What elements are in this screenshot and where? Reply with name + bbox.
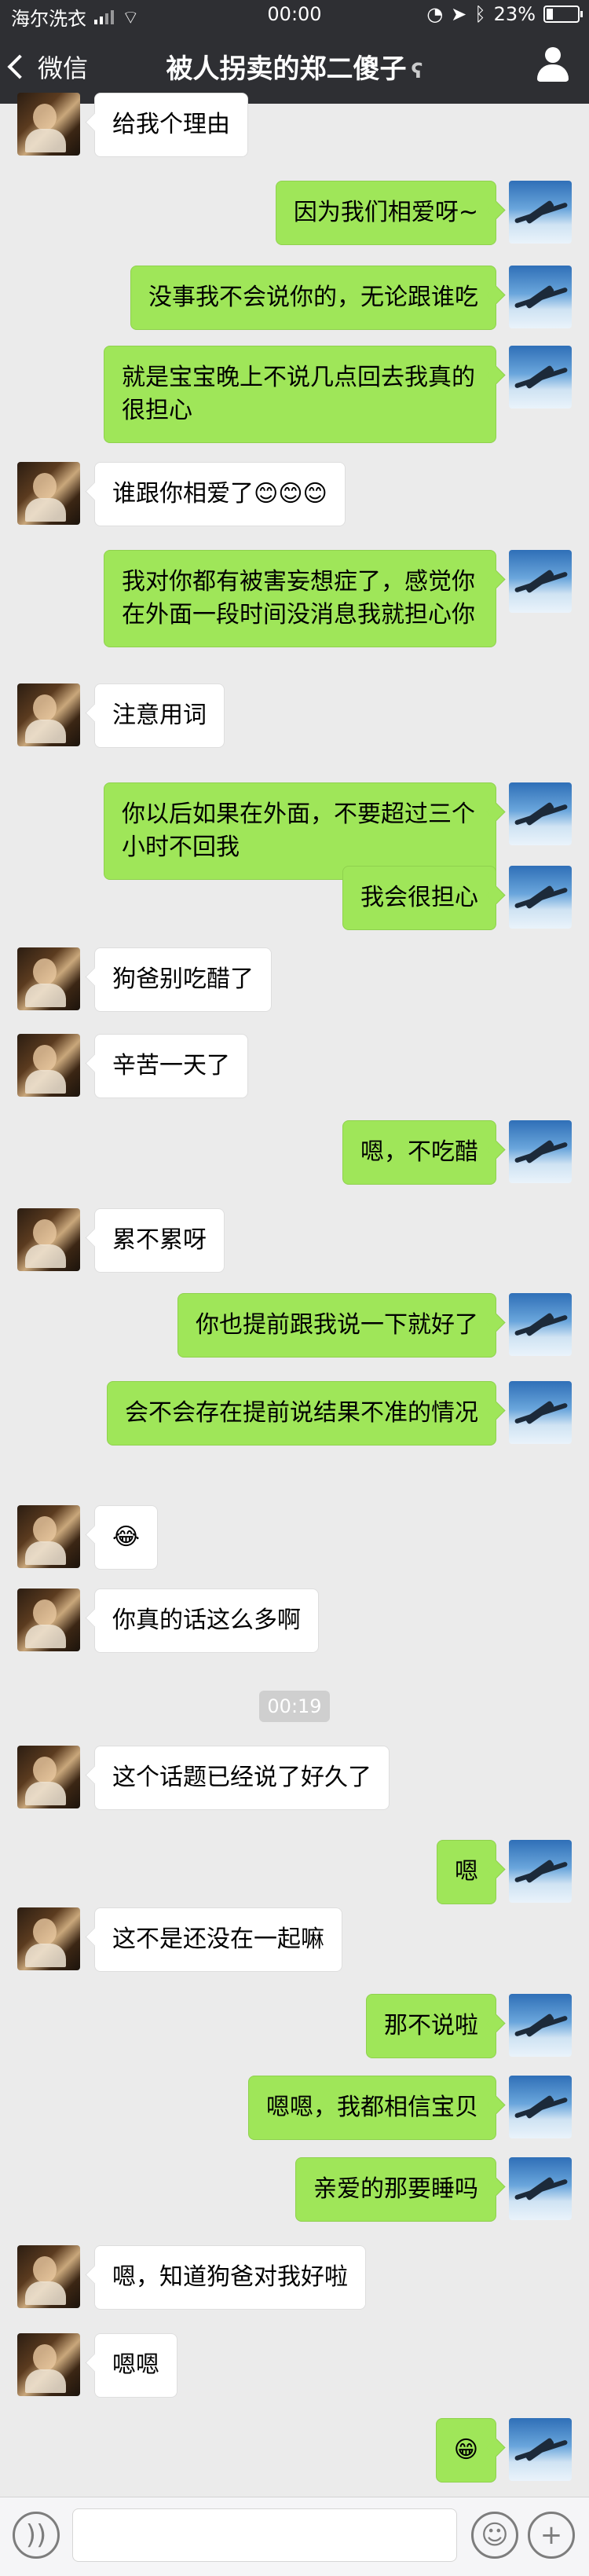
received-message-bubble[interactable]: 这不是还没在一起嘛 (94, 1907, 342, 1972)
received-message-bubble[interactable]: 嗯，知道狗爸对我好啦 (94, 2245, 366, 2310)
contact-avatar[interactable] (17, 1746, 80, 1808)
contact-avatar[interactable] (17, 2333, 80, 2396)
sent-message-bubble[interactable]: 没事我不会说你的，无论跟谁吃 (130, 266, 496, 330)
my-avatar[interactable] (509, 1840, 572, 1903)
nav-bar: 微信 被人拐卖的郑二傻子 ʕ (0, 31, 589, 104)
sent-message-bubble[interactable]: 我对你都有被害妄想症了，感觉你在外面一段时间没消息我就担心你 (104, 550, 496, 647)
my-avatar[interactable] (509, 866, 572, 929)
person-icon-head (545, 47, 561, 63)
sent-message-bubble[interactable]: 嗯，不吃醋 (342, 1120, 496, 1185)
received-message-bubble[interactable]: 狗爸别吃醋了 (94, 947, 272, 1012)
my-avatar[interactable] (509, 2157, 572, 2220)
battery-icon (543, 5, 583, 23)
received-message-bubble[interactable]: 谁跟你相爱了😊😊😊 (94, 462, 346, 526)
my-avatar[interactable] (509, 1293, 572, 1356)
my-avatar[interactable] (509, 2076, 572, 2138)
input-bar: )) ☺ + (0, 2497, 589, 2576)
received-message-bubble[interactable]: 这个话题已经说了好久了 (94, 1746, 390, 1810)
emoji-icon: ☺ (481, 2519, 509, 2551)
my-avatar[interactable] (509, 782, 572, 845)
my-avatar[interactable] (509, 2418, 572, 2481)
contact-avatar[interactable] (17, 2245, 80, 2308)
battery-level (547, 9, 553, 20)
sent-message-bubble[interactable]: 嗯嗯，我都相信宝贝 (248, 2076, 496, 2140)
received-message-bubble[interactable]: 辛苦一天了 (94, 1034, 248, 1098)
voice-button[interactable]: )) (13, 2512, 60, 2559)
contact-avatar[interactable] (17, 1208, 80, 1271)
received-message-bubble[interactable]: 😂 (94, 1505, 159, 1570)
my-avatar[interactable] (509, 181, 572, 244)
sent-message-bubble[interactable]: 亲爱的那要睡吗 (295, 2157, 496, 2222)
received-message-bubble[interactable]: 注意用词 (94, 683, 225, 748)
contact-avatar[interactable] (17, 1907, 80, 1970)
sent-message-bubble[interactable]: 那不说啦 (366, 1994, 496, 2058)
person-icon-body (537, 64, 569, 82)
my-avatar[interactable] (509, 1994, 572, 2057)
emoji-button[interactable]: ☺ (471, 2512, 518, 2559)
contact-avatar[interactable] (17, 1034, 80, 1097)
sent-message-bubble[interactable]: 你也提前跟我说一下就好了 (177, 1293, 496, 1358)
sent-message-bubble[interactable]: 😁 (435, 2418, 496, 2483)
chat-title: 被人拐卖的郑二傻子 ʕ (0, 47, 589, 86)
contact-avatar[interactable] (17, 1588, 80, 1651)
received-message-bubble[interactable]: 给我个理由 (94, 93, 248, 157)
contact-avatar[interactable] (17, 93, 80, 156)
contact-avatar[interactable] (17, 1505, 80, 1568)
sent-message-bubble[interactable]: 嗯 (437, 1840, 496, 1904)
timestamp: 00:19 (259, 1691, 330, 1722)
message-input[interactable] (72, 2508, 457, 2562)
my-avatar[interactable] (509, 266, 572, 328)
my-avatar[interactable] (509, 1381, 572, 1444)
sent-message-bubble[interactable]: 会不会存在提前说结果不准的情况 (107, 1381, 496, 1446)
chat-title-text: 被人拐卖的郑二傻子 (166, 53, 407, 85)
bluetooth-icon: ᛒ (474, 3, 486, 25)
received-message-bubble[interactable]: 累不累呀 (94, 1208, 225, 1273)
my-avatar[interactable] (509, 346, 572, 409)
plus-icon: + (540, 2519, 563, 2551)
my-avatar[interactable] (509, 1120, 572, 1183)
sent-message-bubble[interactable]: 就是宝宝晚上不说几点回去我真的很担心 (104, 346, 496, 443)
plus-button[interactable]: + (528, 2512, 575, 2559)
profile-button[interactable] (537, 47, 569, 82)
lock-icon: ◔ (426, 3, 444, 25)
contact-avatar[interactable] (17, 683, 80, 746)
location-icon: ➤ (451, 3, 467, 25)
my-avatar[interactable] (509, 550, 572, 613)
earpiece-icon: ʕ (411, 60, 423, 83)
sent-message-bubble[interactable]: 我会很担心 (342, 866, 496, 930)
contact-avatar[interactable] (17, 462, 80, 525)
battery-percent: 23% (493, 3, 536, 25)
status-bar: 海尔洗衣 ⌔ 00:00 ◔ ➤ ᛒ 23% (0, 0, 589, 31)
voice-icon: )) (25, 2519, 47, 2551)
sent-message-bubble[interactable]: 因为我们相爱呀~ (275, 181, 496, 245)
received-message-bubble[interactable]: 你真的话这么多啊 (94, 1588, 319, 1653)
received-message-bubble[interactable]: 嗯嗯 (94, 2333, 177, 2398)
contact-avatar[interactable] (17, 947, 80, 1010)
top-bar: 海尔洗衣 ⌔ 00:00 ◔ ➤ ᛒ 23% 微信 被人拐卖的郑二傻子 ʕ (0, 0, 589, 104)
